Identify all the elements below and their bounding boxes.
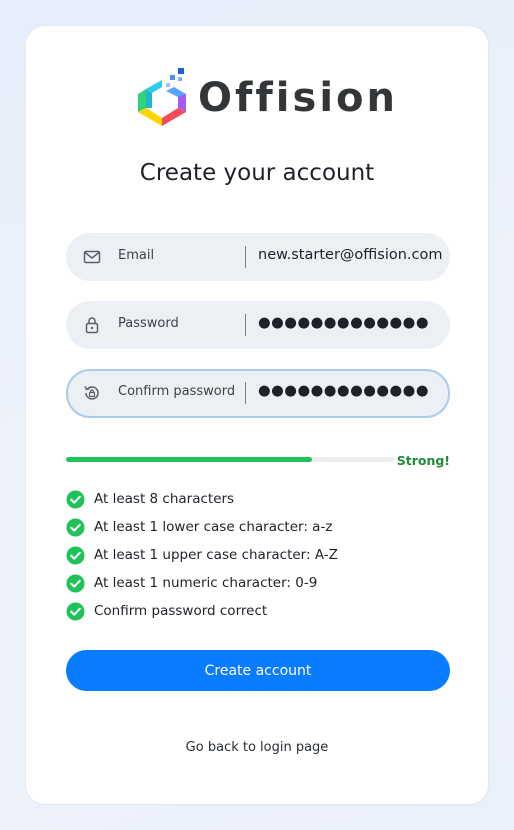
check-circle-icon: [66, 517, 85, 537]
confirm-password-input[interactable]: ●●●●●●●●●●●●●: [258, 383, 444, 399]
email-label: Email: [118, 248, 155, 263]
check-circle-icon: [66, 489, 85, 509]
strength-label: Strong!: [396, 453, 450, 468]
email-input[interactable]: [258, 247, 444, 263]
back-to-login-link[interactable]: Go back to login page: [26, 740, 488, 755]
lock-icon: [85, 317, 99, 334]
offision-logo-mark-icon: [138, 68, 186, 126]
requirement-text: At least 1 numeric character: 0-9: [94, 575, 318, 591]
requirement-item: Confirm password correct: [66, 597, 338, 625]
password-input[interactable]: ●●●●●●●●●●●●●: [258, 315, 444, 331]
confirm-password-label: Confirm password: [118, 384, 236, 399]
field-divider: [245, 382, 246, 404]
confirm-password-field[interactable]: Confirm password ●●●●●●●●●●●●●: [66, 369, 450, 418]
create-account-button[interactable]: Create account: [66, 650, 450, 691]
requirement-text: At least 1 upper case character: A-Z: [94, 547, 338, 563]
field-divider: [245, 246, 246, 268]
reset-lock-icon: [84, 386, 99, 400]
requirement-item: At least 8 characters: [66, 485, 338, 513]
requirement-item: At least 1 lower case character: a-z: [66, 513, 338, 541]
strength-bar-fill: [66, 457, 312, 462]
email-field[interactable]: Email: [66, 233, 450, 281]
password-field[interactable]: Password ●●●●●●●●●●●●●: [66, 301, 450, 349]
password-strength-meter: Strong!: [66, 453, 450, 474]
field-divider: [245, 314, 246, 336]
page-title: Create your account: [139, 160, 375, 186]
check-circle-icon: [66, 573, 85, 593]
check-circle-icon: [66, 601, 85, 621]
check-circle-icon: [66, 545, 85, 565]
password-requirements-list: At least 8 characters At least 1 lower ca…: [66, 485, 338, 625]
requirement-text: At least 1 lower case character: a-z: [94, 519, 333, 535]
brand-name: Offision: [198, 75, 398, 121]
mail-icon: [83, 250, 101, 264]
requirement-text: At least 8 characters: [94, 491, 235, 507]
requirement-item: At least 1 numeric character: 0-9: [66, 569, 338, 597]
requirement-item: At least 1 upper case character: A-Z: [66, 541, 338, 569]
brand-logo: Offision: [136, 66, 398, 130]
signup-card: Offision Create your account Email Passw…: [25, 25, 489, 805]
password-label: Password: [118, 316, 179, 331]
strength-bar-track: [66, 457, 394, 462]
requirement-text: Confirm password correct: [94, 603, 268, 619]
